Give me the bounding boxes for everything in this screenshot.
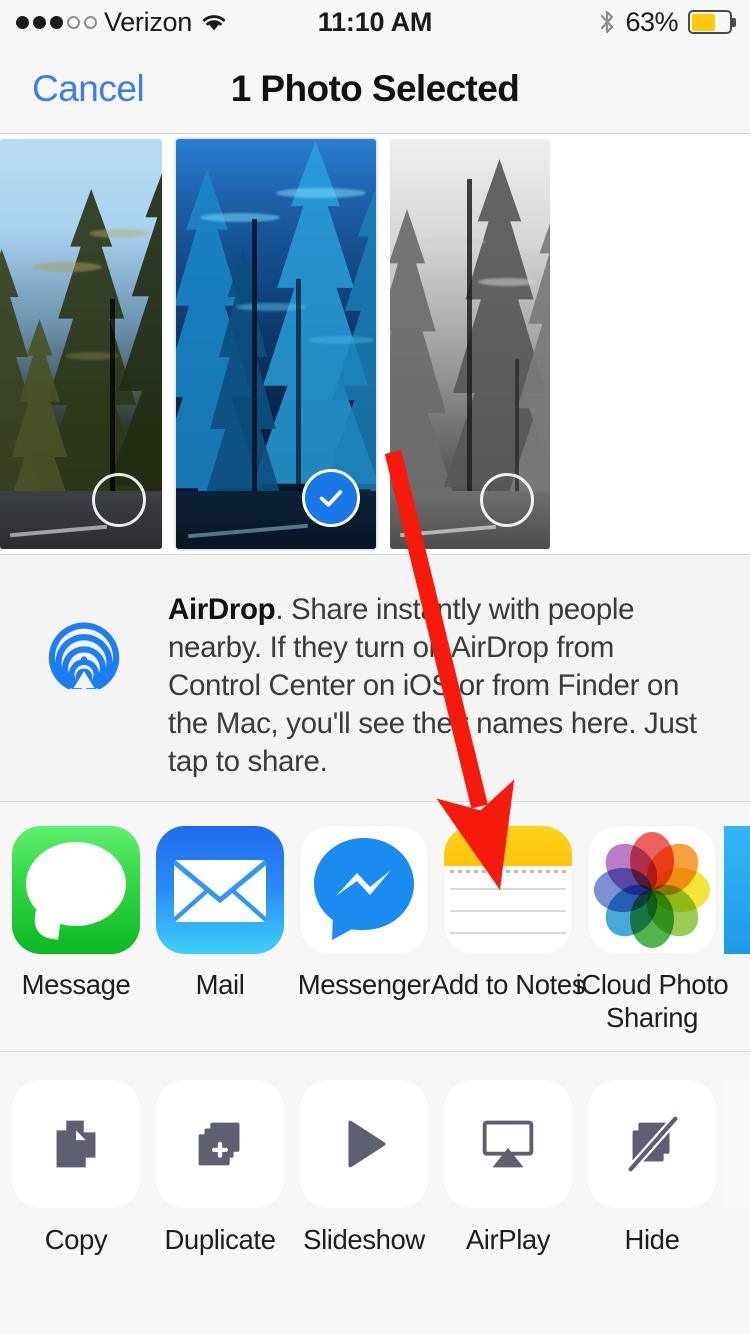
share-target-messenger[interactable]: Messenger [292,826,436,1001]
status-bar-right: 63% [599,7,736,38]
share-target-label: iCloud Photo Sharing [575,969,729,1033]
battery-percentage: 63% [625,6,678,37]
photo-thumb-3[interactable] [390,139,550,549]
airdrop-section[interactable]: AirDrop. Share instantly with people nea… [0,554,750,802]
photo-thumb-1[interactable] [0,139,162,549]
share-target-label: Message [21,969,131,1000]
messenger-icon [300,826,428,954]
icloud-photo-sharing-icon [588,826,716,954]
airdrop-description: AirDrop. Share instantly with people nea… [168,591,750,781]
cancel-button[interactable]: Cancel [0,68,145,110]
slideshow-play-icon [300,1080,428,1208]
action-hide[interactable]: Hide [580,1080,724,1256]
share-action-row[interactable]: Copy Duplicate Slideshow AirPlay Hide [0,1052,750,1296]
photo-select-badge-2[interactable] [302,469,360,527]
action-copy[interactable]: Copy [4,1080,148,1256]
action-airplay[interactable]: AirPlay [436,1080,580,1256]
action-duplicate[interactable]: Duplicate [148,1080,292,1256]
share-target-label: Mail [195,969,245,1000]
bluetooth-icon [599,9,615,35]
airdrop-icon [0,591,168,705]
iphone-share-sheet-screen: Verizon 11:10 AM 63% Cancel 1 Photo Sele… [0,0,750,1334]
partial-action-icon [724,1080,750,1208]
share-target-label: Messenger [297,969,431,1000]
action-partial[interactable] [724,1080,750,1224]
photo-select-badge-3[interactable] [480,473,534,527]
share-target-partial[interactable] [724,826,750,968]
copy-icon [12,1080,140,1208]
action-label: Slideshow [303,1224,425,1255]
selected-photos-strip[interactable] [0,134,750,554]
action-label: Hide [624,1224,680,1255]
navigation-bar: Cancel 1 Photo Selected [0,44,750,134]
share-target-message[interactable]: Message [4,826,148,1001]
photo-select-badge-1[interactable] [92,473,146,527]
hide-icon [588,1080,716,1208]
action-label: Copy [44,1224,108,1255]
share-target-label: Add to Notes [430,969,586,1000]
checkmark-icon [319,490,343,507]
partial-app-icon [724,826,750,954]
airdrop-title: AirDrop [168,593,276,626]
share-target-mail[interactable]: Mail [148,826,292,1001]
battery-icon [688,10,736,34]
messages-icon [12,826,140,954]
share-target-add-to-notes[interactable]: Add to Notes [431,826,585,1001]
mail-icon [156,826,284,954]
status-bar: Verizon 11:10 AM 63% [0,0,750,44]
action-slideshow[interactable]: Slideshow [292,1080,436,1256]
photo-thumb-2[interactable] [174,137,378,551]
share-target-icloud-photo-sharing[interactable]: iCloud Photo Sharing [576,826,729,1034]
airplay-icon [444,1080,572,1208]
notes-icon [444,826,572,954]
action-label: AirPlay [465,1224,551,1255]
share-app-row[interactable]: Message Mail Messenger Add to Notes iClo… [0,802,750,1052]
action-label: Duplicate [164,1224,276,1255]
duplicate-icon [156,1080,284,1208]
